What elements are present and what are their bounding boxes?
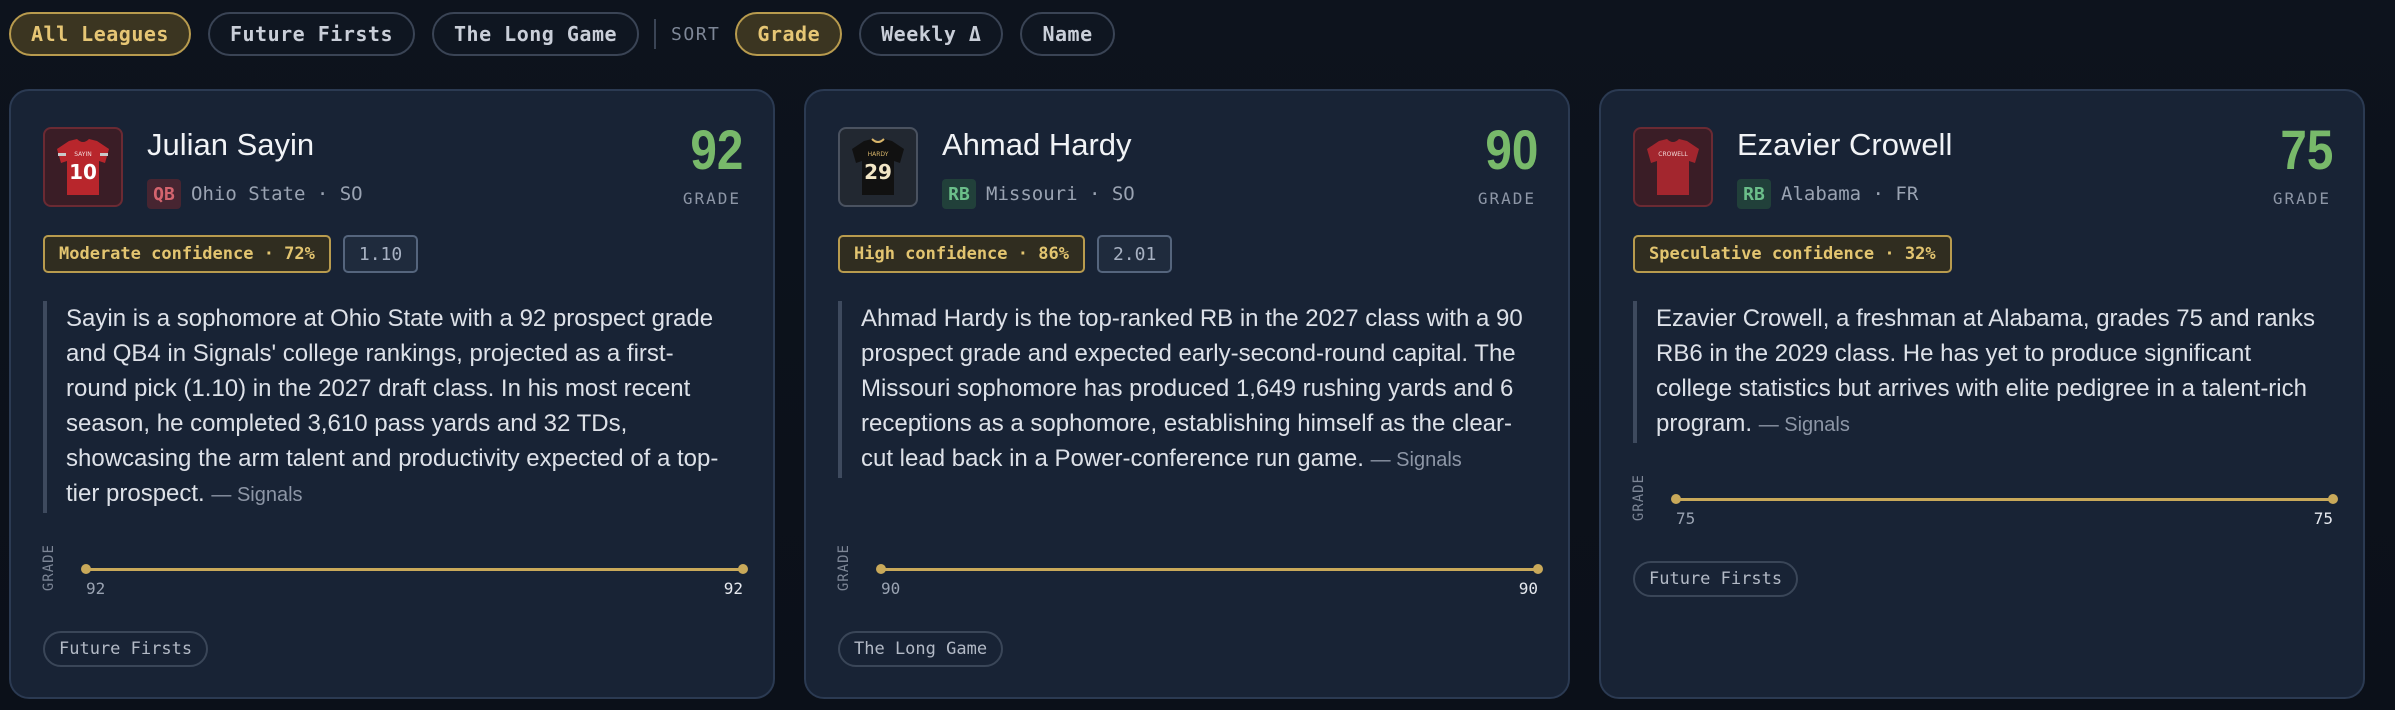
track-end-value: 75 bbox=[2313, 509, 2333, 528]
player-meta: RB Missouri · SO bbox=[942, 179, 1135, 209]
pick-badge: 1.10 bbox=[342, 235, 419, 273]
confidence-badge: Speculative confidence · 32% bbox=[1633, 235, 1952, 273]
summary-quote: Ahmad Hardy is the top-ranked RB in the … bbox=[838, 301, 1528, 478]
player-meta: RB Alabama · FR bbox=[1737, 179, 1918, 209]
summary-text: Sayin is a sophomore at Ohio State with … bbox=[66, 305, 719, 507]
summary-quote: Ezavier Crowell, a freshman at Alabama, … bbox=[1633, 301, 2323, 443]
league-tag[interactable]: Future Firsts bbox=[1633, 561, 1799, 597]
filter-all-leagues[interactable]: All Leagues bbox=[9, 12, 191, 56]
player-name[interactable]: Ezavier Crowell bbox=[1737, 127, 1952, 163]
prospect-card[interactable]: CROWELL Ezavier Crowell RB Alabama · FR … bbox=[1599, 89, 2365, 699]
track-start-dot bbox=[81, 564, 91, 574]
summary-text: Ahmad Hardy is the top-ranked RB in the … bbox=[861, 305, 1523, 472]
position-badge: QB bbox=[147, 179, 181, 209]
track-start-dot bbox=[1671, 494, 1681, 504]
filter-the-long-game[interactable]: The Long Game bbox=[432, 12, 640, 56]
filter-future-firsts[interactable]: Future Firsts bbox=[207, 12, 415, 56]
summary-quote: Sayin is a sophomore at Ohio State with … bbox=[43, 301, 733, 513]
track-end-value: 92 bbox=[723, 579, 743, 598]
grade-value: 90 bbox=[1485, 118, 1538, 181]
position-badge: RB bbox=[942, 179, 976, 209]
track-label: GRADE bbox=[1631, 474, 1647, 522]
jersey-name: SAYIN bbox=[74, 151, 91, 158]
jersey-number: 29 bbox=[864, 160, 892, 184]
grade-track: GRADE 90 90 bbox=[836, 544, 1543, 604]
player-name[interactable]: Ahmad Hardy bbox=[942, 127, 1132, 163]
jersey-icon: CROWELL bbox=[1633, 127, 1713, 207]
grade-value: 92 bbox=[690, 118, 743, 181]
jersey-icon: HARDY 29 bbox=[838, 127, 918, 207]
track-start-value: 92 bbox=[86, 579, 106, 598]
jersey-number: 10 bbox=[69, 160, 97, 184]
school-class: Ohio State · SO bbox=[191, 183, 363, 205]
position-badge: RB bbox=[1737, 179, 1771, 209]
summary-source: — Signals bbox=[1758, 414, 1850, 436]
filter-bar: All Leagues Future Firsts The Long Game … bbox=[9, 11, 1115, 57]
track-end-dot bbox=[738, 564, 748, 574]
sort-label: SORT bbox=[671, 23, 721, 45]
sort-name[interactable]: Name bbox=[1020, 12, 1115, 56]
prospect-card[interactable]: HARDY 29 Ahmad Hardy RB Missouri · SO 90… bbox=[804, 89, 1570, 699]
track-start-value: 75 bbox=[1676, 509, 1696, 528]
player-meta: QB Ohio State · SO bbox=[147, 179, 363, 209]
track-label: GRADE bbox=[41, 544, 57, 592]
grade-label: GRADE bbox=[682, 189, 741, 208]
summary-source: — Signals bbox=[211, 484, 303, 506]
grade-track: GRADE 92 92 bbox=[41, 544, 748, 604]
grade-label: GRADE bbox=[1477, 189, 1536, 208]
track-line bbox=[881, 568, 1538, 571]
jersey-name: HARDY bbox=[868, 151, 889, 158]
track-line bbox=[86, 568, 743, 571]
track-label: GRADE bbox=[836, 544, 852, 592]
divider bbox=[654, 19, 657, 49]
school-class: Missouri · SO bbox=[986, 183, 1135, 205]
league-tag[interactable]: The Long Game bbox=[838, 631, 1004, 667]
track-end-value: 90 bbox=[1518, 579, 1538, 598]
prospect-card[interactable]: SAYIN 10 Julian Sayin QB Ohio State · SO… bbox=[9, 89, 775, 699]
sort-grade[interactable]: Grade bbox=[735, 12, 843, 56]
jersey-icon: SAYIN 10 bbox=[43, 127, 123, 207]
confidence-badge: Moderate confidence · 72% bbox=[43, 235, 331, 273]
track-end-dot bbox=[2328, 494, 2338, 504]
track-start-value: 90 bbox=[881, 579, 901, 598]
track-start-dot bbox=[876, 564, 886, 574]
confidence-badge: High confidence · 86% bbox=[838, 235, 1085, 273]
summary-text: Ezavier Crowell, a freshman at Alabama, … bbox=[1656, 305, 2316, 437]
track-end-dot bbox=[1533, 564, 1543, 574]
school-class: Alabama · FR bbox=[1781, 183, 1919, 205]
player-name[interactable]: Julian Sayin bbox=[147, 127, 314, 163]
jersey-name: CROWELL bbox=[1658, 151, 1688, 158]
pick-badge: 2.01 bbox=[1096, 235, 1173, 273]
grade-label: GRADE bbox=[2272, 189, 2331, 208]
summary-source: — Signals bbox=[1370, 449, 1462, 471]
track-line bbox=[1676, 498, 2333, 501]
grade-value: 75 bbox=[2280, 118, 2333, 181]
league-tag[interactable]: Future Firsts bbox=[43, 631, 209, 667]
grade-track: GRADE 75 75 bbox=[1631, 474, 2338, 534]
sort-weekly-delta[interactable]: Weekly Δ bbox=[859, 12, 1004, 56]
